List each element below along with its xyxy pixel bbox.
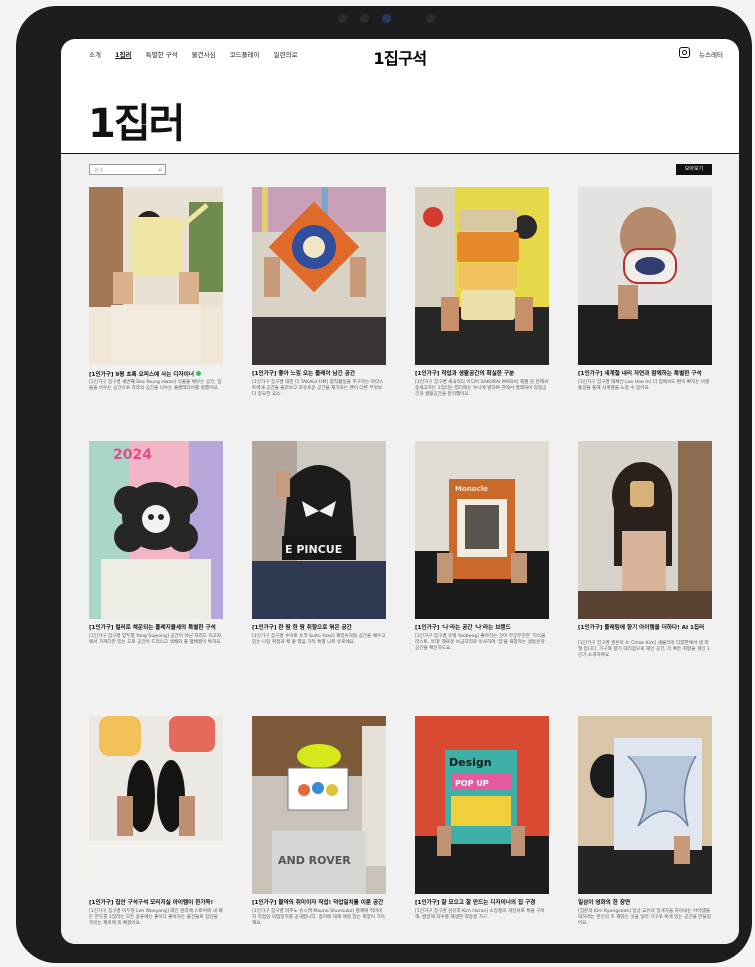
card-title[interactable]: [1인가구] 한 땀 한 땀 취향으로 엮은 공간 (252, 625, 386, 632)
card-description: [1인가구 집구경 세번째 Seo Young Hwan] 식물을 채우는 공간… (89, 380, 222, 392)
card-photo[interactable] (578, 441, 712, 619)
bezel-sensor (338, 14, 347, 23)
bezel-sensor (360, 14, 369, 23)
card-title[interactable]: [1인가구] 집안 구석구석 모리지실 아이템이 한가득! (89, 900, 223, 907)
svg-text:E PINCUE: E PINCUE (285, 543, 342, 556)
new-badge-dot (195, 371, 201, 376)
card-description: [1인가구 집구경 김유희 Kim Haran] 소장품의 개인서로 특을 구비… (415, 909, 545, 921)
brand-logo[interactable]: 1집구석 (61, 45, 739, 69)
card-photo[interactable] (578, 187, 712, 365)
svg-text:AND ROVER: AND ROVER (278, 854, 351, 867)
instagram-icon[interactable] (679, 47, 690, 58)
card-photo[interactable]: Monocle (415, 441, 549, 619)
front-camera-icon (382, 14, 391, 23)
card-description: [1인가구 집구경 권은이 © Chloe Kim] 세울리미 다양한에서 생 … (578, 641, 710, 659)
card-photo[interactable]: E PINCUE (252, 441, 386, 619)
svg-text:Design: Design (449, 756, 492, 769)
card-description: [1인가구 집구경 양두청 Yong Sujeong] 공간이 아닌 자리도 이… (89, 634, 222, 646)
svg-text:2024: 2024 (113, 447, 152, 463)
card-title[interactable]: [1인가구] 플레팅에 향기 아이템을 더하다! AI 1집러 (578, 625, 712, 632)
card-title[interactable]: [1인가구] 9평 초록 오피스에 사는 디자이너 (89, 371, 223, 379)
card-photo[interactable]: Design POP UP (415, 716, 549, 894)
card-photo[interactable] (89, 187, 223, 365)
card-description: [1인가구 집구경 수이토 유코 Suito Yuko] 재잉뉴처럼 공간을 채… (252, 634, 386, 646)
svg-text:Monocle: Monocle (455, 485, 488, 493)
card-photo[interactable] (89, 716, 223, 894)
card-description: [1인가구 집구경 마추노 슈스케 Mauno Shunsuko] 평재에 취미… (252, 909, 385, 927)
tablet-device-frame: 소개 1집러 특별한 구석 물건사심 코드플레이 일련의로 1집구석 뉴스레터 … (16, 6, 752, 963)
card-photo[interactable]: 2024 (89, 441, 223, 619)
search-input[interactable]: 검색 ⌕ (89, 164, 166, 175)
card-description: [1인가구 집구경 대한 더 TAKAGI FIM] 창작활동을 추구하는 아티… (252, 380, 384, 398)
bezel-sensor (426, 14, 435, 23)
card-description: [집분석 Kim Kyungseok] 일상 교유의 일개가을 자아내는 아이템… (578, 909, 711, 927)
view-all-button[interactable]: 모아보기 (676, 164, 712, 175)
card-description: [1인가구 집구경 대체인 Lee Hae In] 더 집에서도 편히 빠지는 … (578, 380, 710, 392)
page-title: 1집러 (88, 101, 185, 147)
card-title[interactable]: [1인가구] 컬러로 채운되는 플레지블세의 특별한 구석 (89, 625, 223, 632)
svg-text:POP UP: POP UP (455, 779, 489, 788)
card-title[interactable]: [1인가구] 작업과 생활공간의 확실한 구분 (415, 371, 549, 378)
card-photo[interactable] (578, 716, 712, 894)
top-navigation: 소개 1집러 특별한 구석 물건사심 코드플레이 일련의로 1집구석 뉴스레터 (61, 39, 739, 71)
card-title[interactable]: [1인가구] 새계절 내리 자연과 함께하는 특별한 구석 (578, 371, 712, 378)
card-photo[interactable]: AND ROVER (252, 716, 386, 894)
search-icon[interactable]: ⌕ (158, 166, 162, 175)
card-title[interactable]: [1인가구] 잘 모으고 잘 만드는 디자이너의 집 구경 (415, 900, 549, 907)
card-description: [1인가구 집구경 이두정 Lee Wooyong] 레인 원리에 스토어에 내… (89, 909, 223, 927)
card-description: [1인가구 집구경 세국리디 이디어 SAKURAI MARIA] 해월 감 관… (415, 380, 549, 398)
browser-screen: 소개 1집러 특별한 구석 물건사심 코드플레이 일련의로 1집구석 뉴스레터 … (61, 39, 739, 944)
card-title[interactable]: 일상이 영화의 한 장면 (578, 900, 712, 907)
card-photo[interactable] (252, 187, 386, 365)
card-title[interactable]: [1인가구] 물약의 취미이자 직업! 덕업일치를 이룬 공간 (252, 900, 386, 907)
search-placeholder: 검색 (94, 168, 104, 174)
card-description: [1인가구 집구경 유뱅 Yoobeng] 좋아하는 것이 무궁무진한 '지식물… (415, 634, 546, 652)
newsletter-link[interactable]: 뉴스레터 (699, 49, 723, 59)
card-photo[interactable] (415, 187, 549, 365)
card-title[interactable]: [1인가구] '나'라는 공간 '나'라는 브랜드 (415, 625, 549, 632)
main-content: 검색 ⌕ 모아보기 [1인가구] 9평 초록 오피스에 사는 디자이너 [1인가… (61, 154, 739, 944)
card-title[interactable]: [1인가구] 좋아 느낌 오는 플레이 남긴 공간 (252, 371, 386, 378)
